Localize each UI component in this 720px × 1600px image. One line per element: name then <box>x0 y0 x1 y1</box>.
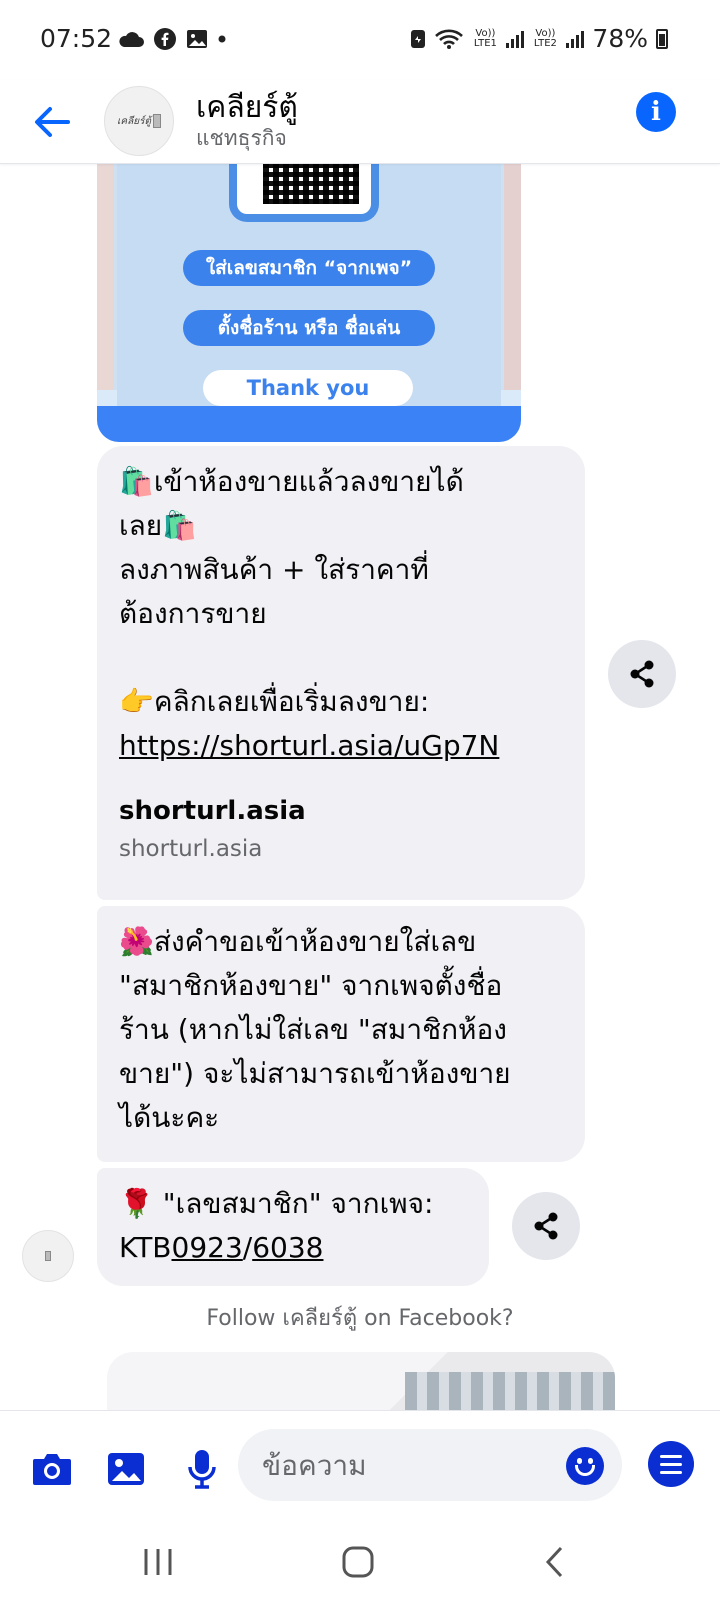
wifi-icon <box>435 29 464 49</box>
member-code-link[interactable]: 6038 <box>252 1231 323 1264</box>
battery-percent: 78% <box>592 24 648 53</box>
page-subtitle: แชทธุรกิจ <box>196 126 287 150</box>
link-preview-domain: shorturl.asia <box>119 836 263 862</box>
message-line: เลย🛍️ <box>119 509 197 542</box>
message-line: 🌺ส่งคำขอเข้าห้องขายใส่เลข <box>119 925 477 958</box>
sim2-label: Vo)) LTE2 <box>533 27 557 49</box>
message-line: ต้องการขาย <box>119 597 267 630</box>
message-line: 🛍️เข้าห้องขายแล้วลงขายได้ <box>119 465 464 498</box>
sim1-label: Vo)) LTE1 <box>473 27 497 49</box>
back-icon[interactable] <box>536 1542 576 1582</box>
image-icon[interactable] <box>104 1447 148 1491</box>
gallery-icon <box>187 30 207 48</box>
notification-icons <box>118 28 226 50</box>
home-icon[interactable] <box>338 1542 378 1582</box>
camera-icon[interactable] <box>30 1447 74 1491</box>
member-code-prefix: KTB <box>119 1231 172 1264</box>
status-time: 07:52 <box>40 24 113 53</box>
menu-icon[interactable] <box>648 1441 694 1487</box>
facebook-icon <box>154 28 176 50</box>
link-preview-title[interactable]: shorturl.asia <box>119 794 563 828</box>
message-line: 🌹 "เลขสมาชิก" จากเพจ: <box>119 1187 434 1220</box>
cloud-icon <box>119 32 144 47</box>
image-pill-shop-name: ตั้งชื่อร้าน หรือ ชื่อเล่น <box>183 310 435 346</box>
signal-icon <box>506 30 525 48</box>
microphone-icon[interactable] <box>180 1447 224 1491</box>
follow-prompt[interactable]: Follow เคลียร์ตู้ on Facebook? <box>0 1300 720 1335</box>
recents-icon[interactable] <box>138 1542 178 1582</box>
share-icon[interactable] <box>512 1192 580 1260</box>
avatar-logo-text: เคลียร์ตู้ <box>117 115 151 127</box>
member-code: KTB0923/6038 <box>119 1226 467 1270</box>
message-input[interactable] <box>238 1429 622 1501</box>
message-line: ร้าน (หากไม่ใส่เลข "สมาชิกห้อง <box>119 1013 507 1046</box>
share-icon[interactable] <box>608 640 676 708</box>
message-line: 👉คลิกเลยเพื่อเริ่มลงขาย: <box>119 685 430 718</box>
page-avatar[interactable]: เคลียร์ตู้ <box>104 86 174 156</box>
system-nav-bar <box>0 1520 720 1600</box>
message-bubble[interactable]: 🌹 "เลขสมาชิก" จากเพจ: KTB0923/6038 <box>97 1168 489 1286</box>
message-bubble[interactable]: 🛍️เข้าห้องขายแล้วลงขายได้ เลย🛍️ ลงภาพสิน… <box>97 446 585 900</box>
vpn-icon <box>411 29 426 48</box>
message-line: "สมาชิกห้องขาย" จากเพจตั้งชื่อ <box>119 969 503 1002</box>
chat-header: เคลียร์ตู้ เคลียร์ตู้ แชทธุรกิจ i <box>0 80 720 164</box>
status-right: Vo)) LTE1 Vo)) LTE2 78% <box>410 24 668 53</box>
message-line: ได้นะคะ <box>119 1101 220 1134</box>
message-line: ขาย") จะไม่สามารถเข้าห้องขาย <box>119 1057 511 1090</box>
image-message[interactable] <box>107 1352 615 1412</box>
message-composer <box>0 1410 720 1520</box>
image-pill-member-number: ใส่เลขสมาชิก “จากเพจ” <box>183 250 435 286</box>
cabinet-icon <box>152 114 161 128</box>
message-link[interactable]: https://shorturl.asia/uGp7N <box>119 724 563 768</box>
member-code-link[interactable]: 0923 <box>172 1231 243 1264</box>
signal-icon <box>566 30 585 48</box>
status-bar: 07:52 Vo)) LTE1 Vo)) LTE2 78% <box>0 0 720 80</box>
dot-icon <box>218 35 226 43</box>
image-thank-you: Thank you <box>203 370 413 406</box>
back-arrow-icon[interactable] <box>30 100 74 144</box>
image-message[interactable]: ใส่เลขสมาชิก “จากเพจ” ตั้งชื่อร้าน หรือ … <box>97 150 521 442</box>
battery-icon <box>656 28 668 49</box>
sender-avatar[interactable] <box>22 1230 74 1282</box>
smiley-icon[interactable] <box>566 1447 604 1485</box>
member-code-separator: / <box>242 1231 253 1264</box>
cabinet-icon <box>45 1251 51 1261</box>
info-icon[interactable]: i <box>636 92 676 132</box>
message-bubble[interactable]: 🌺ส่งคำขอเข้าห้องขายใส่เลข "สมาชิกห้องขาย… <box>97 906 585 1162</box>
message-line: ลงภาพสินค้า + ใส่ราคาที่ <box>119 553 429 586</box>
